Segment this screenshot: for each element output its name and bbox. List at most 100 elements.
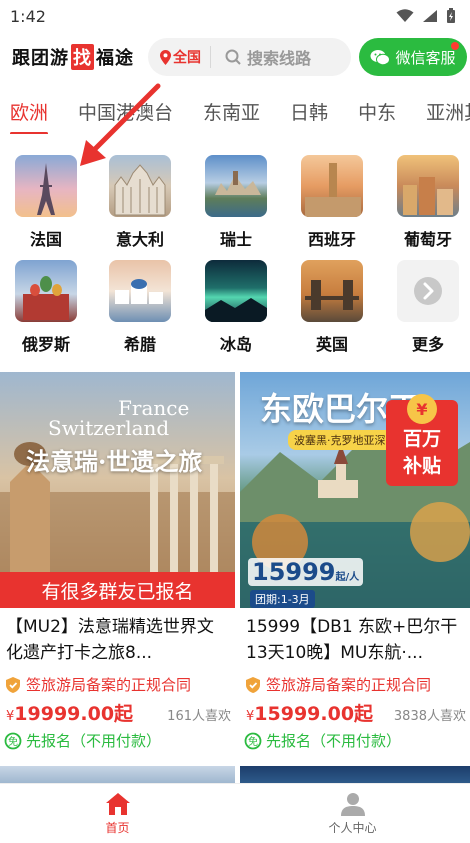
city-label: 全国 [173,50,201,66]
signup-first[interactable]: 免 先报名（不用付款） [240,730,470,751]
notification-dot [451,42,459,50]
free-badge-icon: 免 [4,732,22,749]
destination-label: 希腊 [123,335,156,354]
status-bar: 1:42 [0,0,470,32]
signup-banner: 有很多群友已报名 [0,572,235,608]
france-image [15,155,77,217]
destination-more[interactable]: 更多 [388,260,468,355]
price-row: ¥19999.00起 161人喜欢 [0,699,235,726]
image-price-unit: 起/人 [335,572,360,583]
user-icon [340,792,365,816]
bottom-nav: 首页 个人中心 [0,783,470,843]
uk-image [301,260,363,322]
coin-icon: ¥ [407,394,437,424]
home-icon [105,792,130,815]
shield-icon [6,676,20,693]
svg-text:免: 免 [248,735,258,748]
destination-uk[interactable]: 英国 [292,260,372,355]
destination-italy[interactable]: 意大利 [100,155,180,250]
destination-france[interactable]: 法国 [6,155,86,250]
subsidy-badge: ¥ 百万 补贴 [386,394,458,486]
nav-profile-label: 个人中心 [328,820,377,835]
destination-label: 法国 [29,230,62,249]
destination-label: 瑞士 [219,230,252,249]
region-tabs: 欧洲 中国港澳台 东南亚 日韩 中东 亚洲其 [0,94,470,134]
search-input[interactable]: 搜索线路 [211,45,311,69]
destination-iceland[interactable]: 冰岛 [196,260,276,355]
product-card[interactable]: 东欧巴尔干 波塞黑·克罗地亚深度13 ¥ 百万 补贴 15999起/人 团期:1… [240,372,470,751]
price-row: ¥15999.00起 3838人喜欢 [240,699,470,726]
battery-icon [447,8,455,23]
destination-portugal[interactable]: 葡萄牙 [388,155,468,250]
contract-guarantee: 签旅游局备案的正规合同 [0,674,235,695]
app-logo: 跟团游 找 福途 [12,44,134,70]
subsidy-line1: 百万 [402,428,441,450]
nav-home-label: 首页 [105,820,130,835]
destination-label: 意大利 [115,230,164,249]
chevron-right-icon [414,277,442,305]
greece-image [109,260,171,322]
destination-greece[interactable]: 希腊 [100,260,180,355]
product-card[interactable]: France Switzerland 法意瑞·世遗之旅 有很多群友已报名 【MU… [0,372,235,751]
signup-text: 先报名（不用付款） [266,732,402,750]
russia-image [15,260,77,322]
image-price-value: 15999 [252,558,336,586]
destination-label: 俄罗斯 [21,335,70,354]
image-price: 15999起/人 [248,558,364,586]
switzerland-image [205,155,267,217]
contract-guarantee: 签旅游局备案的正规合同 [240,674,470,695]
signup-first[interactable]: 免 先报名（不用付款） [0,730,235,751]
product-price: ¥19999.00起 [6,703,134,725]
subsidy-line2: 补贴 [402,455,441,477]
tab-japan-korea[interactable]: 日韩 [290,94,328,129]
signal-icon [423,10,437,22]
wifi-icon [396,9,414,22]
spain-image [301,155,363,217]
tab-europe[interactable]: 欧洲 [10,94,49,134]
search-placeholder: 搜索线路 [247,49,312,68]
next-card-peek [0,766,235,783]
free-badge-icon: 免 [244,732,262,749]
destination-label: 更多 [411,335,444,354]
wechat-icon [370,49,391,65]
tab-southeast-asia[interactable]: 东南亚 [203,94,260,129]
image-date: 团期:1-3月 [250,590,315,608]
tab-middle-east[interactable]: 中东 [358,94,396,129]
shield-icon [246,676,260,693]
more-tile [397,260,459,322]
nav-home[interactable]: 首页 [0,784,235,843]
next-card-peek [240,766,470,783]
destination-label: 冰岛 [219,335,252,354]
likes-count: 161人喜欢 [167,709,231,724]
logo-text-2: 福途 [96,48,134,69]
product-title: 【MU2】法意瑞精选世界文化遗产打卡之旅8... [6,617,214,663]
iceland-image [205,260,267,322]
card-image-title-cn: 法意瑞·世遗之旅 [26,447,203,476]
guarantee-text: 签旅游局备案的正规合同 [26,676,192,694]
price-value: 19999.00起 [14,703,134,725]
destination-russia[interactable]: 俄罗斯 [6,260,86,355]
logo-text-1: 跟团游 [12,48,69,69]
tab-asia-other[interactable]: 亚洲其 [426,94,470,129]
wechat-label: 微信客服 [395,48,456,67]
nav-profile[interactable]: 个人中心 [235,784,470,843]
product-price: ¥15999.00起 [246,703,374,725]
logo-highlight: 找 [71,44,94,70]
header: 跟团游 找 福途 全国 搜索线路 微信客服 [0,36,470,80]
svg-text:免: 免 [8,735,18,748]
signup-text: 先报名（不用付款） [26,732,162,750]
tab-hk-macau-taiwan[interactable]: 中国港澳台 [78,94,173,129]
destination-label: 西班牙 [307,230,356,249]
italy-image [109,155,171,217]
search-bar[interactable]: 全国 搜索线路 [148,38,351,76]
destination-label: 葡萄牙 [403,230,452,249]
guarantee-text: 签旅游局备案的正规合同 [266,676,432,694]
wechat-service-button[interactable]: 微信客服 [359,38,467,76]
destination-label: 英国 [315,335,348,354]
card-image-title-en2: Switzerland [48,416,170,440]
price-value: 15999.00起 [254,703,374,725]
destination-switzerland[interactable]: 瑞士 [196,155,276,250]
destination-spain[interactable]: 西班牙 [292,155,372,250]
city-selector[interactable]: 全国 [148,47,210,67]
location-pin-icon [160,49,171,65]
